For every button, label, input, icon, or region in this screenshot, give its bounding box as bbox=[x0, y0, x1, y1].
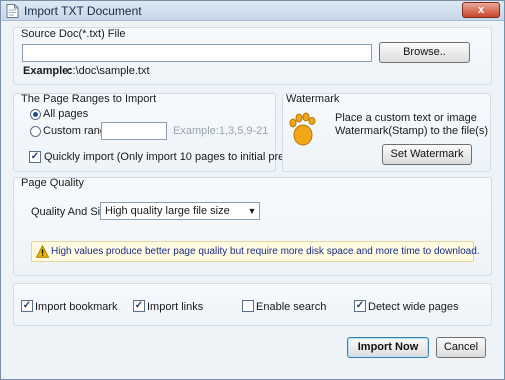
window-title: Import TXT Document bbox=[24, 4, 142, 18]
detect-wide-pages-label: Detect wide pages bbox=[368, 301, 459, 313]
watermark-description-1: Place a custom text or image bbox=[335, 112, 477, 124]
close-button[interactable]: x bbox=[462, 2, 500, 18]
example-path: c:\doc\sample.txt bbox=[67, 65, 150, 77]
import-bookmark-checkbox[interactable]: ✓ bbox=[21, 300, 33, 312]
cancel-label: Cancel bbox=[443, 341, 479, 353]
page-ranges-legend: The Page Ranges to Import bbox=[21, 93, 157, 105]
custom-range-radio[interactable] bbox=[30, 126, 41, 137]
source-doc-legend: Source Doc(*.txt) File bbox=[21, 28, 126, 40]
close-icon: x bbox=[477, 4, 485, 16]
quick-import-label: Quickly import (Only import 10 pages to … bbox=[44, 151, 310, 163]
set-watermark-label: Set Watermark bbox=[390, 148, 464, 160]
document-icon bbox=[6, 4, 19, 18]
source-file-input[interactable] bbox=[22, 44, 372, 62]
quick-import-checkbox[interactable]: ✓ bbox=[29, 151, 41, 163]
title-bar[interactable]: Import TXT Document x bbox=[1, 1, 504, 21]
custom-range-hint: Example:1,3,5,9-21 bbox=[173, 125, 269, 137]
enable-search-label: Enable search bbox=[256, 301, 327, 313]
browse-button[interactable]: Browse.. bbox=[379, 42, 470, 63]
quality-select[interactable]: High quality large file size ▼ bbox=[100, 202, 260, 220]
import-links-label: Import links bbox=[147, 301, 204, 313]
import-links-checkbox[interactable]: ✓ bbox=[133, 300, 145, 312]
set-watermark-button[interactable]: Set Watermark bbox=[382, 144, 472, 165]
all-pages-radio[interactable] bbox=[30, 109, 41, 120]
example-label: Example: bbox=[23, 65, 72, 77]
quality-warning: High values produce better page quality … bbox=[31, 241, 480, 262]
enable-search-checkbox[interactable] bbox=[242, 300, 254, 312]
import-now-button[interactable]: Import Now bbox=[347, 337, 429, 358]
footprint-icon bbox=[289, 112, 316, 146]
page-quality-legend: Page Quality bbox=[21, 177, 84, 189]
browse-button-label: Browse.. bbox=[403, 46, 446, 58]
watermark-legend: Watermark bbox=[286, 93, 340, 105]
all-pages-label: All pages bbox=[43, 108, 89, 120]
quality-warning-text: High values produce better page quality … bbox=[51, 246, 480, 257]
watermark-description-2: Watermark(Stamp) to the file(s) bbox=[335, 125, 489, 137]
detect-wide-pages-checkbox[interactable]: ✓ bbox=[354, 300, 366, 312]
quality-select-value: High quality large file size bbox=[105, 205, 230, 217]
chevron-down-icon: ▼ bbox=[247, 206, 257, 216]
custom-range-input[interactable] bbox=[101, 122, 167, 140]
warning-icon bbox=[36, 245, 49, 258]
import-bookmark-label: Import bookmark bbox=[35, 301, 118, 313]
import-txt-dialog: Import TXT Document x Source Doc(*.txt) … bbox=[0, 0, 505, 380]
import-now-label: Import Now bbox=[357, 341, 419, 353]
cancel-button[interactable]: Cancel bbox=[436, 337, 486, 358]
